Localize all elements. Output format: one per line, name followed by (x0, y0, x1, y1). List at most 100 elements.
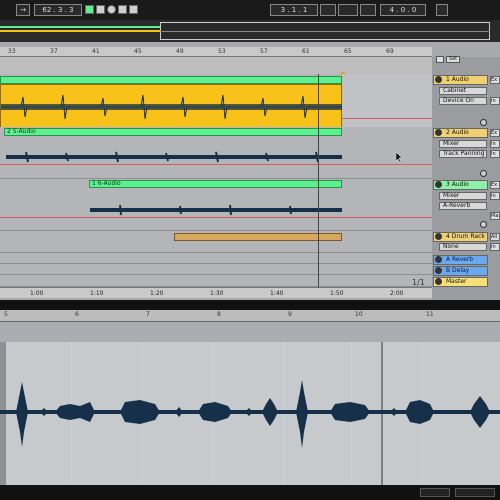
input-channel-select[interactable]: A-Reverb (439, 202, 487, 210)
punch-in-button[interactable] (320, 4, 336, 16)
bar-number: 10 (355, 311, 363, 318)
input-type-select[interactable]: Cabinet (439, 87, 487, 95)
io-label[interactable]: Ex (490, 129, 500, 137)
overview-line (160, 31, 490, 32)
fold-icon[interactable] (435, 256, 442, 263)
io-label[interactable]: In (490, 243, 500, 251)
overview-clip-lane (0, 30, 160, 32)
clip-detail-view[interactable] (0, 322, 500, 485)
automation-line[interactable] (342, 118, 432, 119)
io-label[interactable]: In (490, 140, 500, 148)
input-type-select[interactable]: Mixer (439, 192, 487, 200)
master-lane[interactable] (0, 275, 432, 287)
automation-arm-icon[interactable] (129, 5, 138, 14)
arrangement-overview[interactable] (0, 20, 500, 42)
record-icon[interactable] (107, 5, 116, 14)
play-icon[interactable] (85, 5, 94, 14)
bar-number: 57 (260, 48, 268, 55)
page-indicator: 1/1 (412, 278, 425, 287)
follow-button[interactable]: → (16, 4, 30, 16)
transport-bar: → 62 . 3 . 3 3 . 1 . 1 4 . 0 . 0 (0, 0, 500, 20)
bar-number: 69 (386, 48, 394, 55)
automation-line[interactable] (0, 164, 432, 165)
io-label[interactable]: In (490, 97, 500, 105)
time-label: 1:20 (150, 290, 164, 297)
fold-icon[interactable] (435, 129, 442, 136)
fold-icon[interactable] (435, 181, 442, 188)
return-lane-b[interactable] (0, 264, 432, 275)
detail-beat-ruler[interactable]: 5 6 7 8 9 10 11 (0, 310, 500, 322)
automation-line[interactable] (0, 217, 432, 218)
input-type-select[interactable]: None (439, 243, 487, 251)
time-label: 1:30 (210, 290, 224, 297)
midi-clip-track-4[interactable] (174, 233, 342, 241)
bar-number: 8 (217, 311, 221, 318)
track-name: 2 Audio (446, 129, 469, 136)
track-name: B Delay (446, 267, 470, 274)
return-lane-a[interactable] (0, 253, 432, 264)
input-type-select[interactable]: Mixer (439, 140, 487, 148)
track-name: 3 Audio (446, 181, 469, 188)
status-field[interactable] (455, 488, 495, 497)
clip-header-track-3[interactable]: 1 6-Audio (89, 180, 342, 188)
punch-out-button[interactable] (360, 4, 376, 16)
add-lane-icon[interactable] (480, 221, 487, 228)
clip-waveform (1, 94, 343, 120)
time-ruler[interactable]: 1:00 1:10 1:20 1:30 1:40 1:50 2:00 (0, 287, 432, 298)
bar-number: 45 (134, 48, 142, 55)
fold-icon[interactable] (435, 267, 442, 274)
stop-icon[interactable] (96, 5, 105, 14)
set-button[interactable]: Set (446, 56, 460, 63)
bar-number: 11 (426, 311, 434, 318)
bar-number: 37 (50, 48, 58, 55)
bar-number: 33 (8, 48, 16, 55)
bar-number: 61 (302, 48, 310, 55)
collapse-icon[interactable] (436, 56, 444, 63)
track-name: 1 Audio (446, 76, 469, 83)
input-channel-select[interactable]: Track Panning (439, 150, 487, 158)
time-label: 1:00 (30, 290, 44, 297)
beat-time-ruler[interactable]: 33 37 41 45 49 53 57 61 65 69 (0, 47, 432, 57)
io-label[interactable]: In (490, 150, 500, 158)
audio-clip-track-1[interactable] (0, 84, 343, 128)
fold-icon[interactable] (435, 278, 442, 285)
status-field[interactable] (420, 488, 450, 497)
loop-start-field[interactable]: 3 . 1 . 1 (270, 4, 318, 16)
overdub-icon[interactable] (118, 5, 127, 14)
loop-length-field[interactable]: 4 . 0 . 0 (380, 4, 426, 16)
input-channel-select[interactable]: Device On (439, 97, 487, 105)
bar-number: 49 (176, 48, 184, 55)
time-label: 1:50 (330, 290, 344, 297)
time-label: 1:10 (90, 290, 104, 297)
fold-icon[interactable] (435, 76, 442, 83)
track-header-column: Set 1 Audio Cabinet Device On 2 Audio Mi… (432, 56, 500, 300)
detail-waveform (0, 322, 500, 485)
locator-strip[interactable] (0, 57, 432, 74)
add-lane-icon[interactable] (480, 119, 487, 126)
bar-number: 65 (344, 48, 352, 55)
track-name: Master (446, 278, 467, 285)
empty-lane-region[interactable] (342, 74, 432, 130)
io-label[interactable]: Ma (490, 212, 500, 220)
time-label: 2:00 (390, 290, 404, 297)
song-position-field[interactable]: 62 . 3 . 3 (34, 4, 82, 16)
mouse-cursor-icon (396, 152, 403, 163)
clip-waveform-track-2 (6, 151, 342, 163)
clip-header[interactable] (0, 76, 342, 84)
io-label[interactable]: Ex (490, 76, 500, 84)
bar-number: 6 (75, 311, 79, 318)
overview-clip-lane (0, 26, 160, 28)
fold-icon[interactable] (435, 233, 442, 240)
bar-number: 53 (218, 48, 226, 55)
io-label[interactable]: All (490, 233, 500, 241)
draw-mode-button[interactable] (436, 4, 448, 16)
view-divider[interactable] (0, 300, 500, 310)
loop-switch-button[interactable] (338, 4, 358, 16)
add-lane-icon[interactable] (480, 170, 487, 177)
playhead-line (318, 74, 319, 287)
io-label[interactable]: In (490, 192, 500, 200)
io-label[interactable]: Ex (490, 181, 500, 189)
clip-waveform-track-3 (90, 204, 342, 216)
clip-header-track-2[interactable]: 2 5-Audio (4, 128, 342, 136)
track-name: A Reverb (446, 256, 474, 263)
